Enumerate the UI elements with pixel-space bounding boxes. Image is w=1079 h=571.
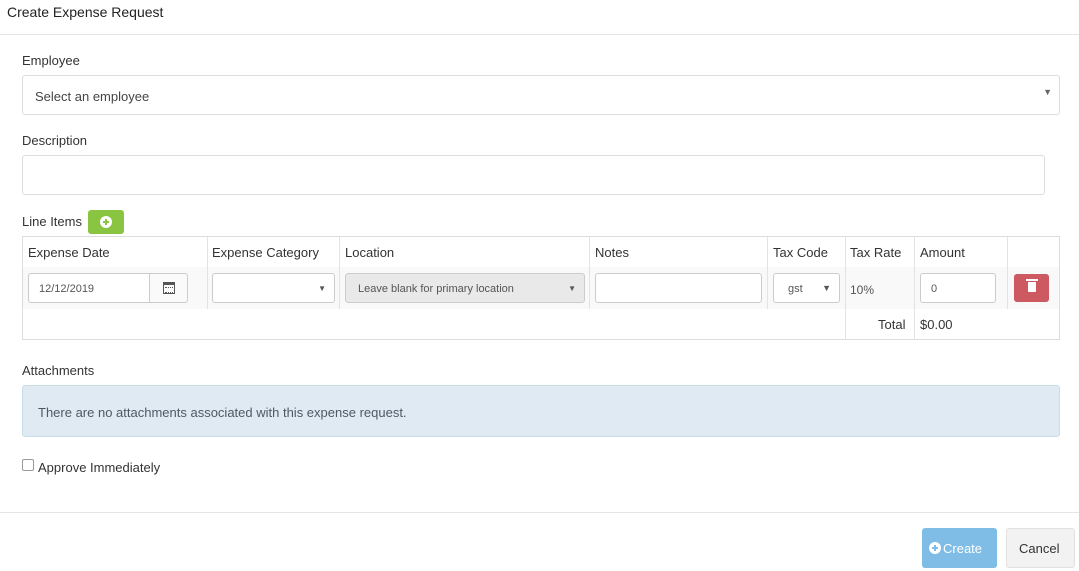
location-placeholder: Leave blank for primary location: [358, 283, 514, 295]
create-button-label: Create: [943, 541, 983, 556]
header-tax-rate: Tax Rate: [850, 245, 902, 260]
plus-circle-icon: [100, 216, 112, 228]
expense-category-select[interactable]: ▼: [212, 273, 335, 303]
total-label: Total: [878, 317, 906, 332]
line-items-table: Expense Date Expense Category Location N…: [22, 236, 1060, 340]
date-picker-button[interactable]: [149, 274, 187, 302]
column-divider: [845, 237, 846, 339]
expense-date-value: 12/12/2019: [39, 283, 95, 295]
create-button[interactable]: Create: [922, 528, 997, 568]
header-expense-date: Expense Date: [28, 245, 110, 260]
attachments-label: Attachments: [22, 363, 95, 378]
plus-circle-icon: [929, 542, 941, 554]
description-label: Description: [22, 133, 88, 148]
expense-date-input[interactable]: 12/12/2019: [28, 273, 188, 303]
employee-select[interactable]: Select an employee ▼: [22, 75, 1060, 115]
cancel-button[interactable]: Cancel: [1006, 528, 1075, 568]
line-items-label: Line Items: [22, 214, 82, 229]
cancel-button-label: Cancel: [1019, 541, 1060, 556]
column-divider: [339, 237, 340, 309]
tax-code-select[interactable]: gst ▼: [773, 273, 840, 303]
column-divider: [914, 237, 915, 339]
amount-value: 0: [931, 283, 938, 295]
header-location: Location: [345, 245, 395, 260]
tax-code-value: gst: [788, 283, 803, 295]
chevron-down-icon: ▼: [568, 284, 576, 293]
chevron-down-icon: ▼: [318, 284, 326, 293]
header-tax-code: Tax Code: [773, 245, 828, 260]
add-line-item-button[interactable]: [88, 210, 124, 234]
amount-input[interactable]: 0: [920, 273, 996, 303]
calendar-icon: [163, 282, 175, 294]
header-notes: Notes: [595, 245, 629, 260]
modal-header: Create Expense Request: [0, 0, 1079, 35]
notes-input[interactable]: [595, 273, 762, 303]
column-divider: [207, 237, 208, 309]
trash-icon: [1026, 279, 1038, 292]
employee-select-placeholder: Select an employee: [35, 89, 150, 104]
column-divider: [767, 237, 768, 309]
modal-footer-divider: [0, 512, 1079, 513]
approve-immediately-label[interactable]: Approve Immediately: [38, 460, 160, 475]
delete-line-item-button[interactable]: [1014, 274, 1049, 302]
attachments-empty-message: There are no attachments associated with…: [38, 405, 407, 420]
location-select[interactable]: Leave blank for primary location ▼: [345, 273, 585, 303]
tax-rate-value: 10%: [850, 283, 875, 297]
description-input[interactable]: [22, 155, 1045, 195]
modal-title: Create Expense Request: [7, 4, 164, 20]
chevron-down-icon: ▼: [822, 283, 831, 293]
chevron-down-icon: ▼: [1043, 87, 1052, 97]
approve-immediately-checkbox[interactable]: [22, 459, 34, 471]
total-value: $0.00: [920, 317, 953, 332]
employee-label: Employee: [22, 53, 80, 68]
column-divider: [1007, 237, 1008, 309]
column-divider: [589, 237, 590, 309]
attachments-empty-alert: There are no attachments associated with…: [22, 385, 1060, 437]
header-amount: Amount: [920, 245, 965, 260]
header-expense-category: Expense Category: [212, 245, 319, 260]
